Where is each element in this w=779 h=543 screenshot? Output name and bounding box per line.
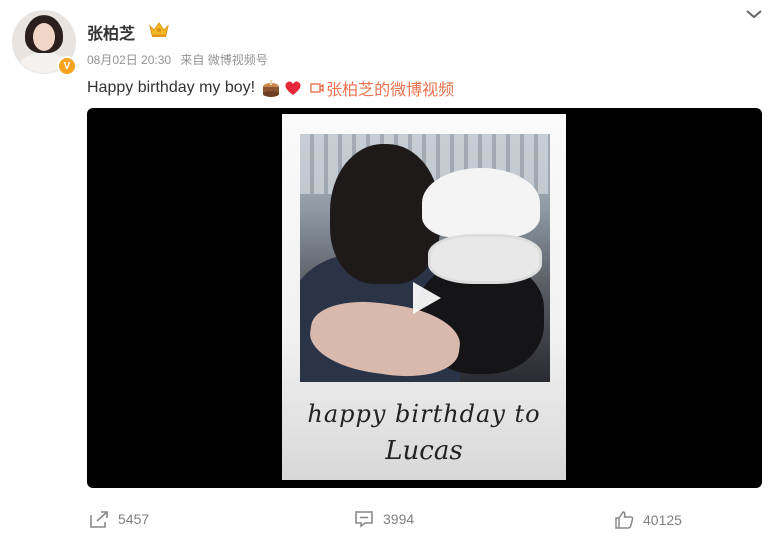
post-text: Happy birthday my boy! 张柏芝的微博视频: [87, 76, 454, 100]
like-button[interactable]: 40125: [614, 510, 682, 530]
comment-count: 3994: [383, 511, 415, 527]
photo-cap: [422, 168, 540, 238]
photo-glasses: [428, 234, 542, 284]
like-icon: [615, 511, 634, 529]
cake-emoji-icon: [263, 80, 280, 97]
video-caption-line1: happy birthday to: [307, 400, 541, 428]
comment-button[interactable]: 3994: [354, 510, 414, 528]
play-icon[interactable]: [405, 278, 445, 318]
chevron-down-icon[interactable]: [745, 8, 763, 20]
like-count: 40125: [643, 512, 682, 528]
post-meta: 08月02日 20:30 来自 微博视频号: [87, 51, 274, 68]
video-icon: [310, 83, 324, 93]
verified-badge-icon: V: [57, 56, 77, 76]
video-link-label: 张柏芝的微博视频: [326, 82, 455, 99]
share-button[interactable]: 5457: [89, 510, 149, 528]
post-body: Happy birthday my boy!: [87, 79, 256, 96]
crown-icon[interactable]: [148, 20, 170, 38]
share-count: 5457: [118, 511, 150, 527]
post-actions: 5457 3994 40125: [0, 510, 779, 538]
avatar-face: [33, 23, 55, 51]
heart-emoji-icon: [285, 81, 301, 95]
share-icon: [90, 511, 108, 528]
username[interactable]: 张柏芝: [87, 20, 135, 44]
video-player[interactable]: happy birthday to Lucas: [87, 108, 762, 488]
comment-icon: [355, 511, 373, 528]
video-photo: [300, 134, 550, 382]
post-date[interactable]: 08月02日 20:30: [87, 53, 171, 67]
video-link[interactable]: 张柏芝的微博视频: [310, 76, 454, 100]
post-source: 来自 微博视频号: [180, 53, 268, 67]
video-caption-line2: Lucas: [385, 436, 463, 466]
